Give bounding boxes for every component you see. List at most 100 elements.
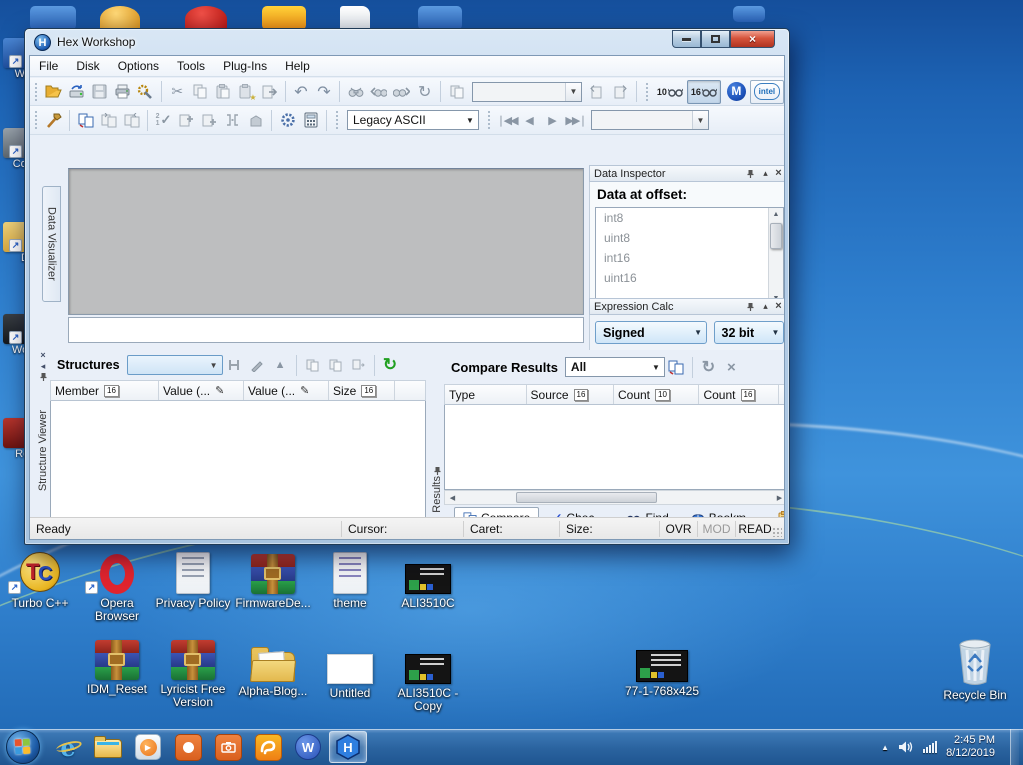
- pencil-icon[interactable]: ✎: [300, 384, 309, 397]
- paste-special-icon[interactable]: ★: [235, 81, 258, 103]
- status-mod[interactable]: MOD: [698, 520, 736, 537]
- column-header-count-dec[interactable]: Count 10: [614, 385, 700, 404]
- partial-desktop-icon[interactable]: [340, 6, 370, 30]
- taskbar-windows-explorer[interactable]: [89, 731, 127, 763]
- copy-value-icon[interactable]: [324, 354, 347, 376]
- desktop-icon-recycle-bin[interactable]: Recycle Bin: [937, 634, 1013, 702]
- radix-16-badge[interactable]: 16: [361, 384, 377, 397]
- edit-structure-icon[interactable]: [246, 354, 269, 376]
- menu-options[interactable]: Options: [109, 56, 168, 76]
- clear-results-icon[interactable]: ×: [720, 356, 743, 378]
- insert-icon[interactable]: [175, 109, 198, 131]
- radix-10-badge[interactable]: 10: [655, 388, 670, 401]
- resize-grip[interactable]: [772, 527, 782, 537]
- find-previous-icon[interactable]: [367, 81, 390, 103]
- structures-combobox[interactable]: ▼: [126, 355, 223, 375]
- vertical-scrollbar[interactable]: ▲ ▼: [768, 208, 783, 306]
- toolbar-grip[interactable]: [335, 110, 340, 130]
- network-signal-icon[interactable]: [923, 741, 938, 753]
- status-ovr[interactable]: OVR: [660, 520, 698, 537]
- close-panel-icon[interactable]: ×: [40, 350, 45, 361]
- move-up-icon[interactable]: ▲: [269, 354, 292, 376]
- find-next-icon[interactable]: [390, 81, 413, 103]
- radix-16-badge[interactable]: 16: [740, 388, 756, 401]
- desktop-icon-privacy-policy[interactable]: Privacy Policy: [155, 546, 231, 610]
- goto-address-combobox[interactable]: ▼: [472, 81, 582, 102]
- taskbar-media-player[interactable]: ▶: [129, 731, 167, 763]
- taskbar-hex-workshop[interactable]: H: [329, 731, 367, 763]
- tray-expand-icon[interactable]: ▲: [881, 743, 889, 752]
- save-structure-icon[interactable]: [223, 354, 246, 376]
- print-icon[interactable]: [111, 81, 134, 103]
- taskbar-internet-explorer[interactable]: e: [49, 731, 87, 763]
- horizontal-scrollbar[interactable]: ◀ ▶: [444, 490, 784, 505]
- start-button[interactable]: [6, 730, 40, 764]
- desktop-icon-77-1-768x425[interactable]: 77-1-768x425: [624, 646, 700, 698]
- desktop-icon-ali3510c-copy[interactable]: ALI3510C - Copy: [390, 636, 466, 713]
- show-desktop-button[interactable]: [1010, 729, 1019, 765]
- tray-clock[interactable]: 2:45 PM 8/12/2019: [946, 734, 1001, 760]
- motorola-byte-order-button[interactable]: M: [723, 80, 750, 104]
- data-visualizer-tab[interactable]: Data Visualizer: [42, 186, 61, 302]
- column-header-member[interactable]: Member 16: [51, 381, 159, 400]
- compare-filter-combobox[interactable]: All ▼: [564, 357, 665, 377]
- signed-select[interactable]: Signed ▼: [595, 321, 707, 344]
- taskbar-screen-recorder[interactable]: [169, 731, 207, 763]
- goto-forward-icon[interactable]: [586, 81, 609, 103]
- pin-icon[interactable]: [746, 302, 759, 312]
- save-icon[interactable]: [88, 81, 111, 103]
- menu-help[interactable]: Help: [276, 56, 319, 76]
- desktop-icon-ali3510c[interactable]: ALI3510C: [390, 546, 466, 610]
- pin-icon[interactable]: [746, 169, 759, 179]
- data-inspector-list[interactable]: int8 uint8 int16 uint16 ▲ ▼: [595, 207, 784, 307]
- taskbar-wps[interactable]: W: [289, 731, 327, 763]
- close-panel-icon[interactable]: ×: [772, 300, 784, 313]
- encoding-combobox[interactable]: Legacy ASCII ▼: [347, 110, 479, 130]
- toolbar-grip[interactable]: [34, 110, 39, 130]
- last-document-icon[interactable]: ▶▶❘: [564, 109, 587, 131]
- replace-icon[interactable]: ↻: [413, 81, 436, 103]
- expression-calc-caption[interactable]: Expression Calc ▴ ×: [589, 298, 784, 315]
- radix-16-badge[interactable]: 16: [573, 388, 589, 401]
- export-icon[interactable]: [258, 81, 281, 103]
- compare-files-icon[interactable]: [74, 109, 97, 131]
- refresh-structures-icon[interactable]: ↻: [379, 354, 402, 376]
- decimal-offsets-button[interactable]: 10: [653, 80, 687, 104]
- redo-icon[interactable]: ↷: [312, 81, 335, 103]
- column-header-type[interactable]: Type: [445, 385, 527, 404]
- pin-icon[interactable]: [39, 372, 48, 382]
- menu-file[interactable]: File: [30, 56, 67, 76]
- desktop-icon-theme[interactable]: theme: [312, 546, 388, 610]
- desktop-icon-firmware[interactable]: FirmwareDe...: [235, 546, 311, 610]
- preferences-wrench-icon[interactable]: [134, 81, 157, 103]
- desktop-icon-untitled[interactable]: Untitled: [312, 636, 388, 700]
- list-item[interactable]: uint16: [596, 268, 783, 288]
- data-inspector-caption[interactable]: Data Inspector ▴ ×: [589, 165, 784, 182]
- copy-member-icon[interactable]: [301, 354, 324, 376]
- checksum-icon[interactable]: 2 1 ✓: [152, 109, 175, 131]
- goto-copy-icon[interactable]: [445, 81, 468, 103]
- scroll-left-icon[interactable]: ◀: [445, 494, 460, 502]
- pin-icon[interactable]: [433, 466, 442, 476]
- scrollbar-thumb[interactable]: [516, 492, 657, 503]
- partial-desktop-icon[interactable]: [262, 6, 306, 30]
- list-item[interactable]: int16: [596, 248, 783, 268]
- minimize-button[interactable]: [672, 30, 701, 48]
- recompare-icon[interactable]: ↻: [697, 356, 720, 378]
- column-header-value-2[interactable]: Value (... ✎: [244, 381, 329, 400]
- column-header-value-1[interactable]: Value (... ✎: [159, 381, 244, 400]
- open-drive-icon[interactable]: [65, 81, 88, 103]
- partial-desktop-icon[interactable]: [30, 6, 76, 30]
- collapse-icon[interactable]: ▴: [759, 300, 772, 313]
- resize-icon[interactable]: [221, 109, 244, 131]
- hex-offsets-button[interactable]: 16: [686, 79, 721, 104]
- copy-row-icon[interactable]: [347, 354, 370, 376]
- list-item[interactable]: uint8: [596, 228, 783, 248]
- compare-previous-icon[interactable]: [120, 109, 143, 131]
- intel-byte-order-button[interactable]: intel: [749, 79, 784, 104]
- undo-icon[interactable]: ↶: [290, 81, 313, 103]
- hex-editor-area[interactable]: [68, 168, 584, 315]
- menu-plugins[interactable]: Plug-Ins: [214, 56, 276, 76]
- volume-icon[interactable]: [898, 740, 914, 754]
- column-header-source[interactable]: Source 16: [527, 385, 614, 404]
